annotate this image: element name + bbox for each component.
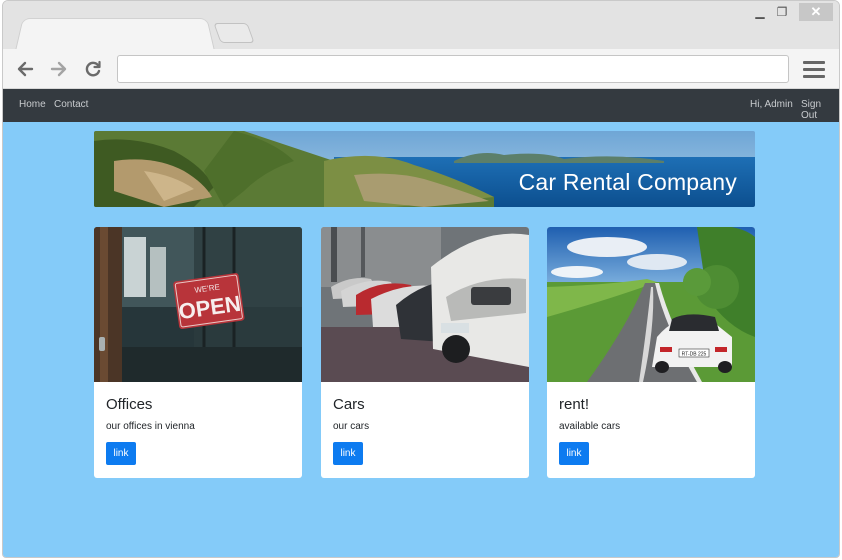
card-text: our offices in vienna <box>106 421 195 432</box>
card-title: rent! <box>559 396 590 413</box>
sign-out-link[interactable]: Sign Out <box>801 99 839 121</box>
restore-icon[interactable]: ❐ <box>773 3 791 21</box>
arrow-right-icon[interactable] <box>47 57 71 81</box>
banner-title: Car Rental Company <box>518 169 737 195</box>
card-rent: RT-DB 225 rent! available cars link <box>547 227 755 478</box>
browser-toolbar <box>3 49 839 89</box>
hamburger-menu-icon[interactable] <box>803 57 825 81</box>
card-text: available cars <box>559 421 621 432</box>
card-cars: Cars our cars link <box>321 227 529 478</box>
arrow-left-icon[interactable] <box>13 57 37 81</box>
banner: Car Rental Company <box>94 131 755 207</box>
website: Home Contact Hi, Admin Sign Out Car Rent… <box>3 89 839 557</box>
card-image <box>321 227 529 382</box>
tab-strip: ▁ ❐ ✕ <box>3 1 839 51</box>
card-offices: WE'RE OPEN Offices our offices in vienna… <box>94 227 302 478</box>
open-sign-photo: WE'RE OPEN <box>94 227 302 382</box>
parked-cars-photo <box>321 227 529 382</box>
card-image: RT-DB 225 <box>547 227 755 382</box>
rent-link-button[interactable]: link <box>559 442 589 465</box>
sports-car-road-photo: RT-DB 225 <box>547 227 755 382</box>
card-text: our cars <box>333 421 370 432</box>
reload-icon[interactable] <box>81 57 105 81</box>
minimize-icon[interactable]: ▁ <box>751 3 769 21</box>
card-title: Cars <box>333 396 365 413</box>
tab-active[interactable] <box>15 18 215 51</box>
card-title: Offices <box>106 396 153 413</box>
license-plate-text: RT-DB 225 <box>682 352 707 358</box>
address-bar[interactable] <box>117 55 789 83</box>
nav-home-link[interactable]: Home <box>19 99 46 110</box>
site-navbar: Home Contact Hi, Admin Sign Out <box>3 89 839 122</box>
offices-link-button[interactable]: link <box>106 442 136 465</box>
close-icon[interactable]: ✕ <box>799 3 833 21</box>
user-greeting[interactable]: Hi, Admin <box>750 99 793 110</box>
new-tab-button[interactable] <box>213 23 255 43</box>
nav-contact-link[interactable]: Contact <box>54 99 88 110</box>
card-image: WE'RE OPEN <box>94 227 302 382</box>
browser-window: ▁ ❐ ✕ Home Contact Hi, Admin Sign Out Ca… <box>2 0 840 558</box>
cars-link-button[interactable]: link <box>333 442 363 465</box>
